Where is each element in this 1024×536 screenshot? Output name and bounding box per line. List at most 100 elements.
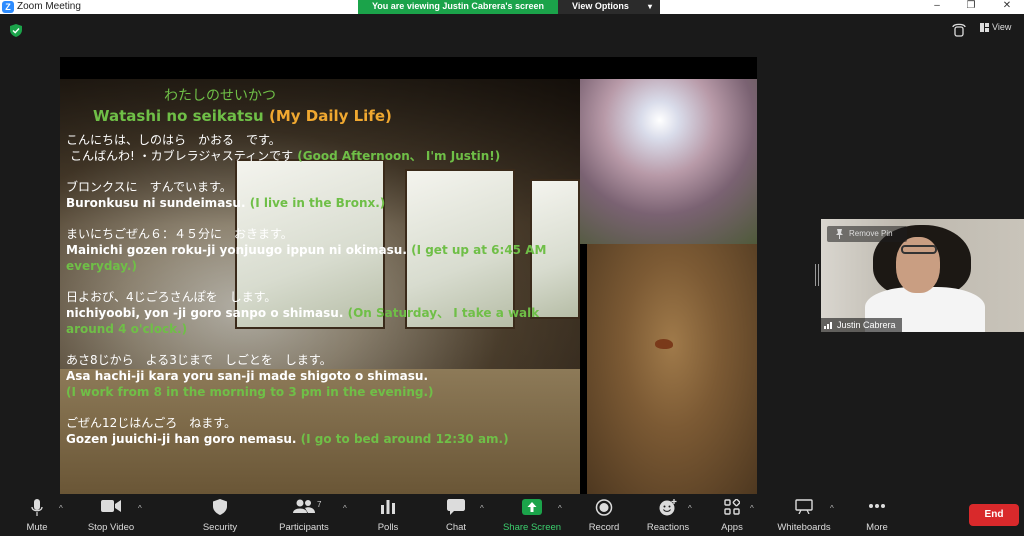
slide-paragraph: こんにちは、しのはら かおる です。 こんばんわ! ・カブレラジャスティンです … [66, 132, 576, 164]
security-label: Security [202, 522, 238, 533]
chat-button[interactable]: Chat [440, 494, 472, 536]
participant-name: Justin Cabrera [837, 320, 896, 330]
slide-paragraph: ブロンクスに すんでいます。 Buronkusu ni sundeimasu. … [66, 179, 576, 211]
slide-title: Watashi no seikatsu (My Daily Life) [93, 107, 576, 125]
record-button[interactable]: Record [585, 494, 623, 536]
paragraph-japanese: 日よおび、4じごろさんぽを します。 [66, 290, 277, 304]
window-title: Zoom Meeting [17, 1, 81, 12]
zoom-logo-icon: Z [2, 1, 14, 13]
more-button[interactable]: More [860, 494, 894, 536]
slide-title-japanese: わたしのせいかつ [164, 88, 276, 104]
participant-name-label: Justin Cabrera [821, 318, 902, 332]
remove-pin-label: Remove Pin [849, 229, 893, 238]
shield-icon [213, 499, 227, 515]
more-label: More [866, 522, 888, 533]
paragraph-romaji: Gozen juuichi-ji han goro nemasu. [66, 432, 297, 446]
chat-icon [447, 499, 465, 515]
share-screen-icon [522, 499, 542, 515]
more-icon [869, 504, 885, 508]
security-button[interactable]: Security [198, 494, 242, 536]
immersive-view-icon[interactable] [950, 22, 968, 38]
minimize-button[interactable]: – [920, 0, 954, 14]
record-label: Record [588, 522, 620, 533]
slide-text: わたしのせいかつ Watashi no seikatsu (My Daily L… [66, 85, 576, 447]
participants-label: Participants [279, 522, 329, 533]
reactions-button[interactable]: Reactions [643, 494, 693, 536]
participant-video-tile[interactable]: Remove Pin Justin Cabrera [821, 219, 1024, 332]
share-screen-label: Share Screen [502, 522, 562, 533]
paragraph-romaji: nichiyoobi, yon -ji goro sanpo o shimasu… [66, 306, 344, 320]
view-label: View [992, 22, 1012, 32]
robin-ground-photo [587, 244, 757, 494]
paragraph-english: (I work from 8 in the morning to 3 pm in… [66, 385, 434, 399]
slide-title-english: (My Daily Life) [268, 107, 392, 125]
view-button[interactable]: View [980, 22, 1011, 32]
slide-paragraph: ごぜん12じはんごろ ねます。 Gozen juuichi-ji han gor… [66, 415, 576, 447]
viewing-screen-banner: You are viewing Justin Cabrera's screen [358, 0, 558, 14]
slide-paragraph: あさ8じから よる3じまで しごとを します。 Asa hachi-ji kar… [66, 352, 576, 400]
paragraph-english: (I go to bed around 12:30 am.) [300, 432, 509, 446]
signal-strength-icon [824, 322, 832, 329]
paragraph-romaji: Buronkusu ni sundeimasu. [66, 196, 246, 210]
panel-resize-handle[interactable] [815, 264, 819, 286]
shared-screen: わたしのせいかつ Watashi no seikatsu (My Daily L… [60, 57, 757, 494]
apps-options-caret[interactable]: ^ [750, 504, 754, 513]
view-options-button[interactable]: View Options ▾ [558, 0, 660, 14]
end-meeting-button[interactable]: End [969, 504, 1019, 526]
paragraph-japanese: こんにちは、しのはら かおる です。 [66, 133, 281, 147]
reactions-options-caret[interactable]: ^ [688, 504, 692, 513]
apps-icon [724, 499, 740, 515]
mute-options-caret[interactable]: ^ [59, 504, 63, 513]
whiteboards-label: Whiteboards [777, 522, 831, 533]
slide-title-romaji: Watashi no seikatsu [93, 107, 264, 125]
polls-icon [381, 500, 395, 514]
chevron-down-icon: ▾ [647, 2, 652, 11]
reactions-label: Reactions [646, 522, 690, 533]
share-screen-button[interactable]: Share Screen [500, 494, 564, 536]
paragraph-english: (Good Afternoon、 I'm Justin!) [297, 149, 501, 163]
paragraph-romaji: Asa hachi-ji kara yoru san-ji made shigo… [66, 369, 429, 383]
participants-button[interactable]: 7 Participants [274, 494, 334, 536]
mute-button[interactable]: Mute [18, 494, 56, 536]
video-camera-icon [101, 500, 121, 512]
polls-label: Polls [377, 522, 399, 533]
paragraph-japanese: あさ8じから よる3じまで しごとを します。 [66, 353, 332, 367]
paragraph-japanese-line2: こんばんわ! ・カブレラジャスティンです [70, 149, 294, 163]
mute-label: Mute [26, 522, 48, 533]
presentation-slide: わたしのせいかつ Watashi no seikatsu (My Daily L… [60, 79, 757, 494]
pin-icon [836, 229, 843, 239]
maximize-button[interactable]: ❐ [954, 0, 988, 14]
whiteboard-icon [795, 499, 813, 514]
apps-label: Apps [721, 522, 743, 533]
reactions-icon [659, 499, 677, 516]
grid-view-icon [980, 22, 989, 32]
record-icon [595, 499, 613, 516]
remove-pin-button[interactable]: Remove Pin [827, 226, 907, 242]
meeting-toolbar: Mute ^ Stop Video ^ Security 7 Participa… [0, 494, 1024, 536]
participants-options-caret[interactable]: ^ [343, 504, 347, 513]
slide-paragraph: まいにちごぜん６：４５分に おきます。 Mainichi gozen roku-… [66, 226, 576, 274]
close-button[interactable]: ✕ [990, 0, 1024, 14]
cherry-tree-photo [580, 79, 757, 244]
slide-paragraph: 日よおび、4じごろさんぽを します。 nichiyoobi, yon -ji g… [66, 289, 576, 337]
microphone-icon [31, 499, 43, 516]
encryption-shield-icon[interactable] [10, 24, 22, 37]
paragraph-japanese: まいにちごぜん６：４５分に おきます。 [66, 227, 293, 241]
chat-label: Chat [445, 522, 467, 533]
stop-video-button[interactable]: Stop Video [82, 494, 140, 536]
paragraph-japanese: ごぜん12じはんごろ ねます。 [66, 416, 237, 430]
participant-count: 7 [317, 500, 322, 509]
paragraph-english: (I live in the Bronx.) [249, 196, 386, 210]
apps-button[interactable]: Apps [716, 494, 748, 536]
participants-icon [293, 499, 315, 513]
share-options-caret[interactable]: ^ [558, 504, 562, 513]
whiteboards-button[interactable]: Whiteboards [772, 494, 836, 536]
view-options-label: View Options [572, 1, 629, 11]
chat-options-caret[interactable]: ^ [480, 504, 484, 513]
polls-button[interactable]: Polls [372, 494, 404, 536]
paragraph-japanese: ブロンクスに すんでいます。 [66, 180, 232, 194]
stop-video-label: Stop Video [87, 522, 135, 533]
whiteboards-options-caret[interactable]: ^ [830, 504, 834, 513]
video-options-caret[interactable]: ^ [138, 504, 142, 513]
paragraph-romaji: Mainichi gozen roku-ji yonjuugo ippun ni… [66, 243, 407, 257]
